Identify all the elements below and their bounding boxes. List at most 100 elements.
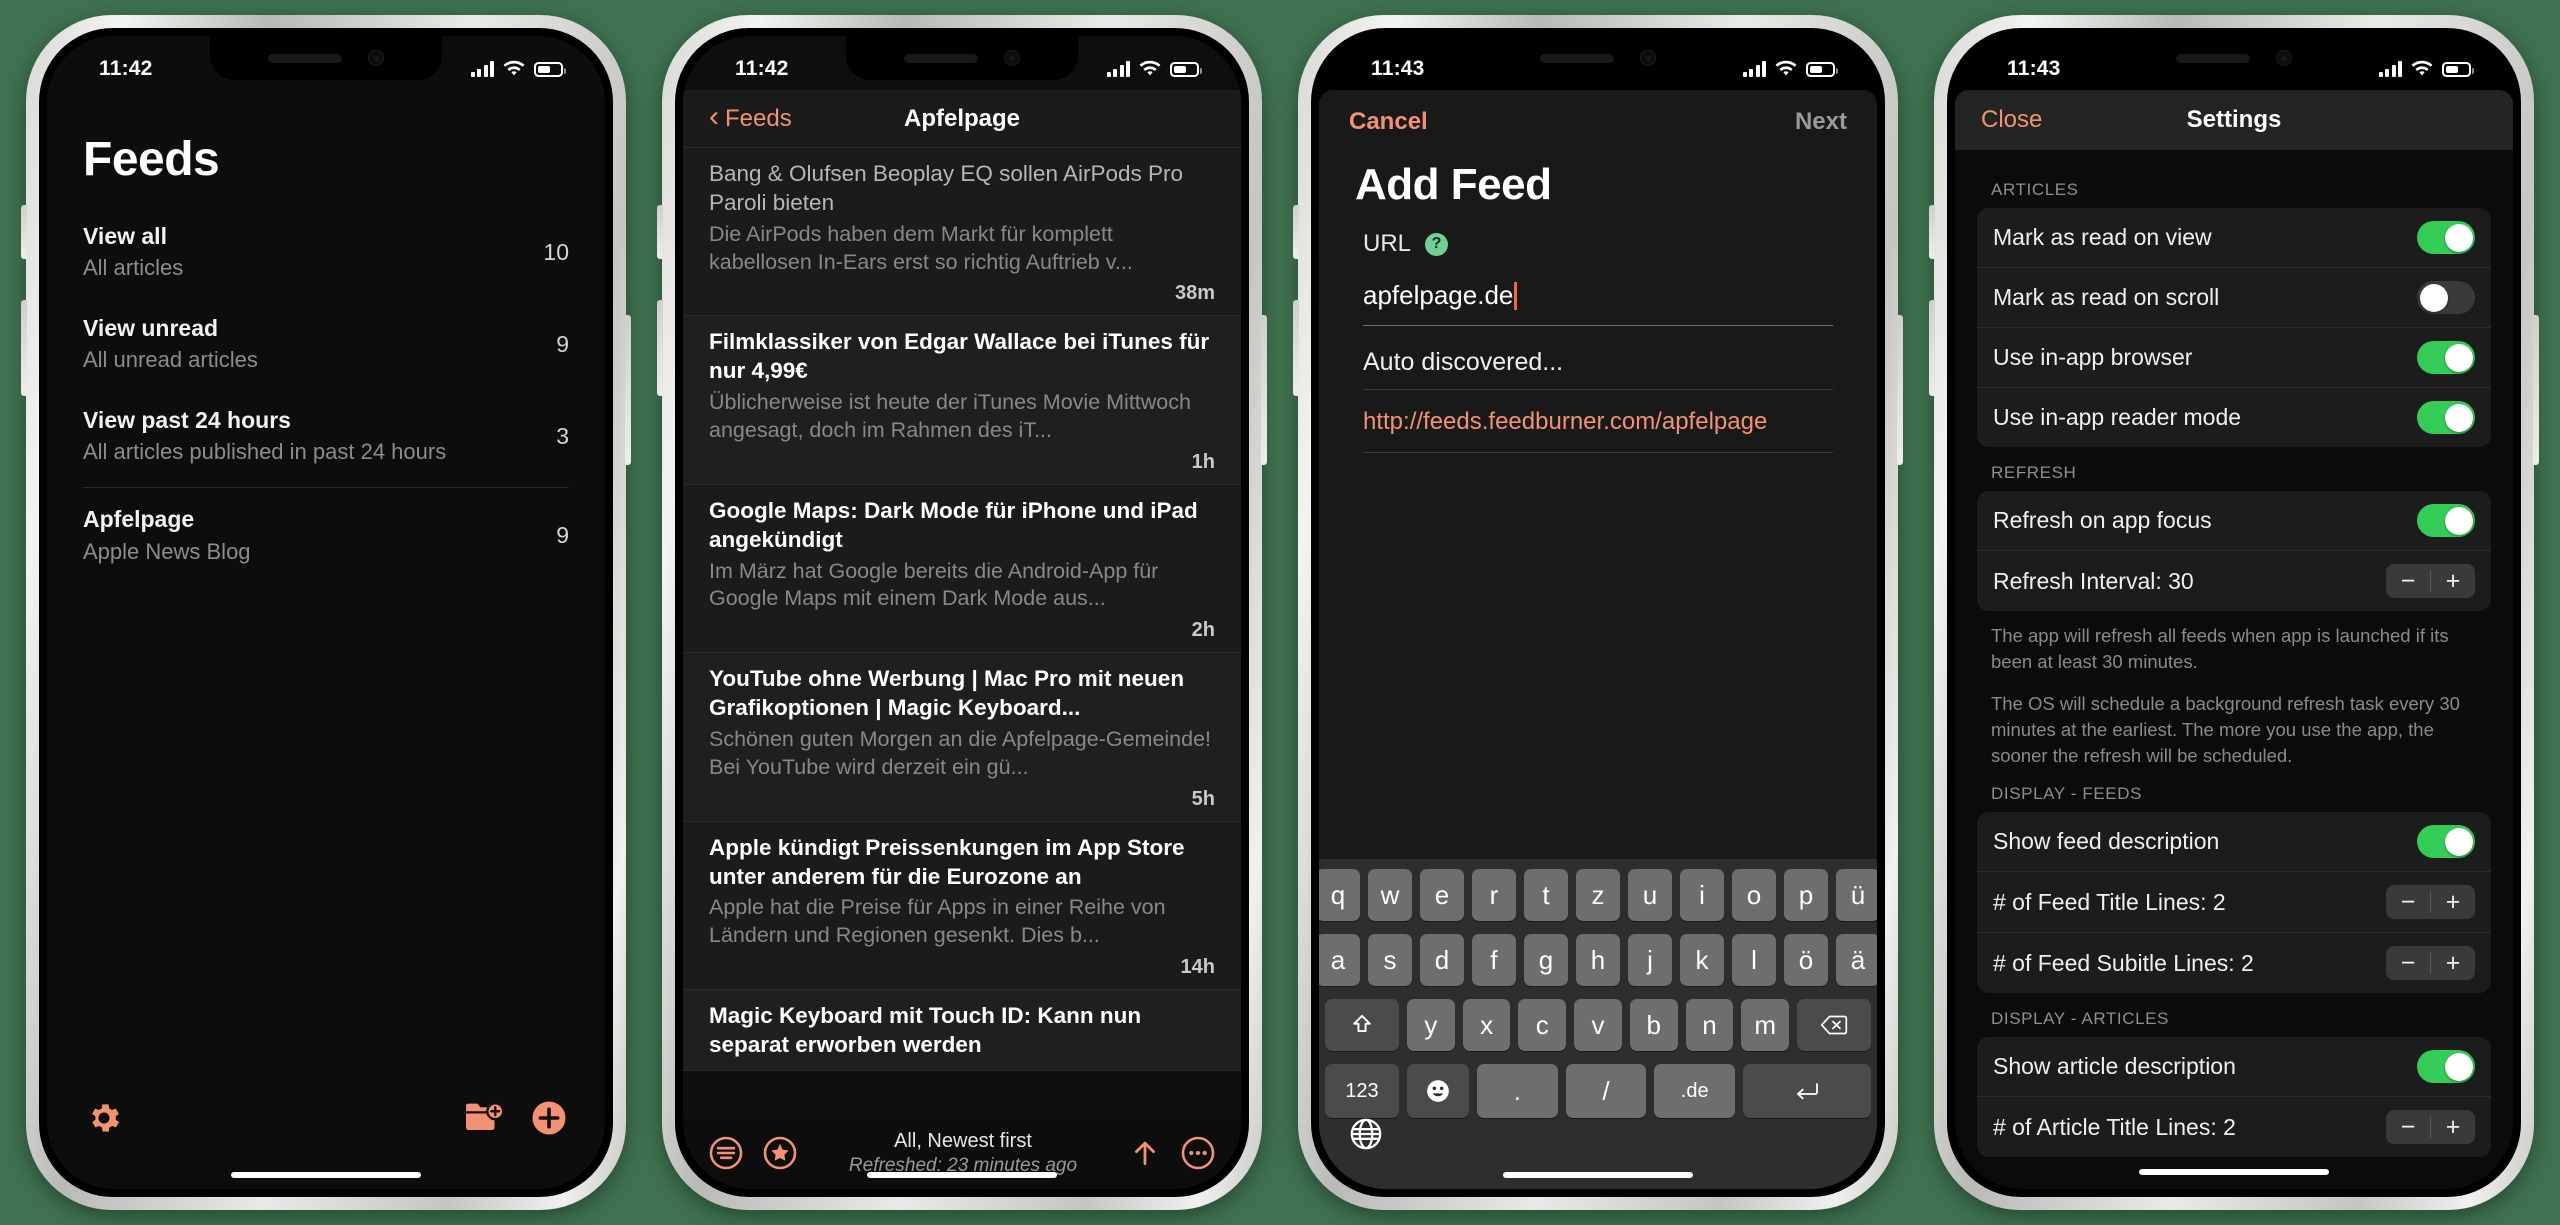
key-t[interactable]: t bbox=[1524, 869, 1568, 921]
setting-row-refresh-on-app-focus[interactable]: Refresh on app focus bbox=[1977, 491, 2491, 551]
toggle-switch[interactable] bbox=[2417, 825, 2475, 859]
next-button[interactable]: Next bbox=[1795, 108, 1847, 136]
emoji-icon[interactable] bbox=[1407, 1064, 1469, 1118]
key-h[interactable]: h bbox=[1576, 934, 1620, 986]
feed-row-view-all[interactable]: View all All articles 10 bbox=[83, 207, 569, 299]
key-slash[interactable]: / bbox=[1565, 1064, 1647, 1118]
setting-row-feed-title-lines[interactable]: # of Feed Title Lines: 2 − + bbox=[1977, 872, 2491, 934]
key-k[interactable]: k bbox=[1680, 934, 1724, 986]
back-button[interactable]: ‹ Feeds bbox=[709, 102, 792, 133]
folder-add-icon[interactable] bbox=[463, 1101, 505, 1135]
key-numbers[interactable]: 123 bbox=[1325, 1064, 1399, 1118]
gear-icon[interactable] bbox=[85, 1099, 123, 1137]
key-l[interactable]: l bbox=[1732, 934, 1776, 986]
stepper-minus-button[interactable]: − bbox=[2386, 885, 2430, 919]
article-row[interactable]: Magic Keyboard mit Touch ID: Kann nun se… bbox=[683, 990, 1241, 1071]
close-button[interactable]: Close bbox=[1981, 106, 2042, 134]
quantity-stepper[interactable]: − + bbox=[2386, 564, 2475, 598]
setting-row-use-in-app-reader-mode[interactable]: Use in-app reader mode bbox=[1977, 388, 2491, 447]
key-f[interactable]: f bbox=[1472, 934, 1516, 986]
stepper-plus-button[interactable]: + bbox=[2431, 885, 2475, 919]
toggle-switch[interactable] bbox=[2417, 341, 2475, 374]
quantity-stepper[interactable]: − + bbox=[2386, 946, 2475, 981]
setting-row-mark-as-read-on-view[interactable]: Mark as read on view bbox=[1977, 208, 2491, 268]
filter-lines-icon[interactable] bbox=[709, 1136, 743, 1170]
setting-row-mark-as-read-on-scroll[interactable]: Mark as read on scroll bbox=[1977, 268, 2491, 328]
power-button[interactable] bbox=[1897, 315, 1903, 465]
return-icon[interactable] bbox=[1743, 1064, 1872, 1118]
globe-icon[interactable] bbox=[1349, 1117, 1383, 1159]
key-o[interactable]: o bbox=[1732, 869, 1776, 921]
toggle-switch[interactable] bbox=[2417, 1050, 2475, 1084]
stepper-minus-button[interactable]: − bbox=[2386, 564, 2430, 598]
key-y[interactable]: y bbox=[1406, 999, 1455, 1051]
toggle-switch[interactable] bbox=[2417, 401, 2475, 434]
power-button[interactable] bbox=[625, 315, 631, 465]
article-list[interactable]: Bang & Olufsen Beoplay EQ sollen AirPods… bbox=[683, 148, 1241, 1117]
article-row[interactable]: Bang & Olufsen Beoplay EQ sollen AirPods… bbox=[683, 148, 1241, 317]
article-row[interactable]: Filmklassiker von Edgar Wallace bei iTun… bbox=[683, 316, 1241, 485]
key-u[interactable]: u bbox=[1628, 869, 1672, 921]
feed-row-view-past-24-hours[interactable]: View past 24 hours All articles publishe… bbox=[83, 391, 569, 483]
stepper-minus-button[interactable]: − bbox=[2386, 1110, 2430, 1144]
key-g[interactable]: g bbox=[1524, 934, 1568, 986]
key-e[interactable]: e bbox=[1420, 869, 1464, 921]
setting-row-feed-subtitle-lines[interactable]: # of Feed Subitle Lines: 2 − + bbox=[1977, 933, 2491, 993]
key-z[interactable]: z bbox=[1576, 869, 1620, 921]
power-button[interactable] bbox=[1261, 315, 1267, 465]
backspace-icon[interactable] bbox=[1797, 999, 1872, 1051]
setting-row-refresh-interval[interactable]: Refresh Interval: 30 − + bbox=[1977, 551, 2491, 611]
key-s[interactable]: s bbox=[1368, 934, 1412, 986]
stepper-plus-button[interactable]: + bbox=[2431, 564, 2475, 598]
setting-row-article-title-lines[interactable]: # of Article Title Lines: 2 − + bbox=[1977, 1097, 2491, 1157]
quantity-stepper[interactable]: − + bbox=[2386, 1110, 2475, 1145]
quantity-stepper[interactable]: − + bbox=[2386, 885, 2475, 920]
discovered-feed-link[interactable]: http://feeds.feedburner.com/apfelpage bbox=[1363, 390, 1833, 453]
key-o-umlaut[interactable]: ö bbox=[1784, 934, 1828, 986]
key-u-umlaut[interactable]: ü bbox=[1836, 869, 1877, 921]
key-j[interactable]: j bbox=[1628, 934, 1672, 986]
key-a-umlaut[interactable]: ä bbox=[1836, 934, 1877, 986]
stepper-minus-button[interactable]: − bbox=[2386, 946, 2430, 980]
feed-row-apfelpage[interactable]: Apfelpage Apple News Blog 9 bbox=[83, 490, 569, 582]
feed-row-view-unread[interactable]: View unread All unread articles 9 bbox=[83, 299, 569, 391]
key-b[interactable]: b bbox=[1629, 999, 1678, 1051]
arrow-up-icon[interactable] bbox=[1129, 1136, 1161, 1170]
key-n[interactable]: n bbox=[1685, 999, 1734, 1051]
more-circle-icon[interactable] bbox=[1181, 1136, 1215, 1170]
stepper-plus-button[interactable]: + bbox=[2431, 946, 2475, 980]
home-indicator[interactable] bbox=[867, 1172, 1057, 1178]
on-screen-keyboard[interactable]: q w e r t z u i o p ü a s d f g h j k l … bbox=[1319, 859, 1877, 1189]
key-i[interactable]: i bbox=[1680, 869, 1724, 921]
url-input[interactable]: apfelpage.de bbox=[1363, 258, 1833, 326]
home-indicator[interactable] bbox=[2139, 1169, 2329, 1175]
stepper-plus-button[interactable]: + bbox=[2431, 1110, 2475, 1144]
key-a[interactable]: a bbox=[1319, 934, 1360, 986]
plus-circle-icon[interactable] bbox=[531, 1100, 567, 1136]
key-v[interactable]: v bbox=[1574, 999, 1622, 1051]
toggle-switch[interactable] bbox=[2417, 221, 2475, 254]
toggle-switch[interactable] bbox=[2417, 504, 2475, 537]
key-period[interactable]: . bbox=[1477, 1064, 1558, 1118]
toggle-switch[interactable] bbox=[2417, 281, 2475, 314]
key-p[interactable]: p bbox=[1784, 869, 1828, 921]
key-tld-de[interactable]: .de bbox=[1654, 1064, 1736, 1118]
key-d[interactable]: d bbox=[1420, 934, 1464, 986]
setting-row-use-in-app-browser[interactable]: Use in-app browser bbox=[1977, 328, 2491, 388]
setting-row-show-feed-description[interactable]: Show feed description bbox=[1977, 812, 2491, 873]
article-row[interactable]: Apple kündigt Preissenkungen im App Stor… bbox=[683, 821, 1241, 991]
key-m[interactable]: m bbox=[1741, 999, 1790, 1051]
key-w[interactable]: w bbox=[1368, 869, 1412, 921]
key-r[interactable]: r bbox=[1472, 869, 1516, 921]
key-c[interactable]: c bbox=[1518, 999, 1567, 1051]
home-indicator[interactable] bbox=[1503, 1172, 1693, 1178]
key-q[interactable]: q bbox=[1319, 869, 1360, 921]
article-row[interactable]: Google Maps: Dark Mode für iPhone und iP… bbox=[683, 484, 1241, 654]
shift-icon[interactable] bbox=[1324, 999, 1399, 1051]
star-circle-icon[interactable] bbox=[763, 1136, 797, 1170]
question-circle-icon[interactable]: ? bbox=[1425, 232, 1449, 256]
cancel-button[interactable]: Cancel bbox=[1349, 108, 1428, 136]
article-row[interactable]: YouTube ohne Werbung | Mac Pro mit neuen… bbox=[683, 653, 1241, 822]
key-x[interactable]: x bbox=[1462, 999, 1511, 1051]
home-indicator[interactable] bbox=[231, 1172, 421, 1178]
